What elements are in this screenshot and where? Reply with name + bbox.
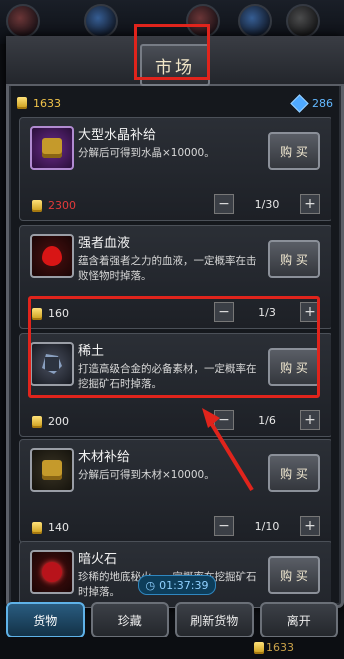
- refresh-timer: ◷ 01:37:39: [138, 575, 216, 595]
- list-item: 大型水晶补给 分解后可得到水晶×10000。 购 买 2300 − 1/30 +: [19, 117, 331, 221]
- item-highlight-box: [28, 296, 320, 398]
- dark-fire-stone-icon: [42, 562, 62, 582]
- increase-button[interactable]: +: [300, 516, 320, 536]
- footer-bar: 1633: [0, 637, 344, 659]
- gold-coin-icon: [32, 415, 42, 428]
- gem-balance: 286: [290, 93, 333, 113]
- item-price: 140: [32, 521, 69, 534]
- blood-drop-icon: [42, 246, 62, 266]
- crystal-chest-icon: [42, 138, 62, 158]
- list-item: 木材补给 分解后可得到木材×10000。 购 买 140 − 1/10 +: [19, 439, 331, 543]
- gold-amount: 1633: [33, 96, 61, 110]
- item-name: 暗火石: [78, 552, 118, 567]
- skill-orb-icon: [84, 4, 118, 38]
- item-name: 木材补给: [78, 450, 131, 465]
- gold-coin-icon: [17, 97, 27, 109]
- bottom-tabs: 货物 珍藏 刷新货物 离开: [6, 602, 338, 638]
- gold-coin-icon: [32, 521, 42, 534]
- quantity-stepper: − 1/30 +: [214, 194, 320, 214]
- item-icon-frame: [30, 550, 74, 594]
- tab-leave[interactable]: 离开: [259, 602, 338, 638]
- item-icon-frame: [30, 234, 74, 278]
- gold-balance: 1633: [17, 97, 61, 110]
- item-price: 200: [32, 415, 69, 428]
- increase-button[interactable]: +: [300, 410, 320, 430]
- item-description: 分解后可得到水晶×10000。: [78, 147, 215, 159]
- gem-amount: 286: [312, 96, 333, 110]
- decrease-button[interactable]: −: [214, 516, 234, 536]
- tab-goods[interactable]: 货物: [6, 602, 85, 638]
- skill-orb-icon: [6, 4, 40, 38]
- clock-icon: ◷: [145, 578, 156, 592]
- footer-gold-amount: 1633: [266, 641, 294, 654]
- gem-icon: [290, 93, 309, 113]
- buy-button[interactable]: 购 买: [268, 556, 320, 594]
- buy-button[interactable]: 购 买: [268, 240, 320, 278]
- list-item: 暗火石 珍稀的地底秘火，一定概率在挖掘矿石时掉落。 购 买: [19, 541, 331, 607]
- title-highlight-box: [134, 24, 210, 80]
- annotation-arrow-icon: [202, 408, 254, 492]
- quantity-stepper: − 1/10 +: [214, 516, 320, 536]
- timer-value: 01:37:39: [159, 578, 209, 592]
- item-icon-frame: [30, 126, 74, 170]
- resource-row: 1633 286: [17, 91, 333, 115]
- skill-orb-icon: [286, 4, 320, 38]
- item-description: 蕴含着强者之力的血液，一定概率在击败怪物时掉落。: [78, 255, 257, 282]
- quantity-value: 1/10: [254, 519, 280, 533]
- item-name: 大型水晶补给: [78, 128, 157, 143]
- increase-button[interactable]: +: [300, 194, 320, 214]
- tab-collection[interactable]: 珍藏: [90, 602, 169, 638]
- gold-coin-icon: [32, 199, 42, 212]
- item-name: 强者血液: [78, 236, 131, 251]
- quantity-value: 1/30: [254, 197, 280, 211]
- gold-coin-icon: [254, 642, 264, 654]
- buy-button[interactable]: 购 买: [268, 454, 320, 492]
- item-price: 2300: [32, 199, 76, 212]
- wood-chest-icon: [42, 460, 62, 480]
- item-icon-frame: [30, 448, 74, 492]
- tab-refresh-goods[interactable]: 刷新货物: [175, 602, 254, 638]
- skill-orb-icon: [238, 4, 272, 38]
- decrease-button[interactable]: −: [214, 194, 234, 214]
- buy-button[interactable]: 购 买: [268, 132, 320, 170]
